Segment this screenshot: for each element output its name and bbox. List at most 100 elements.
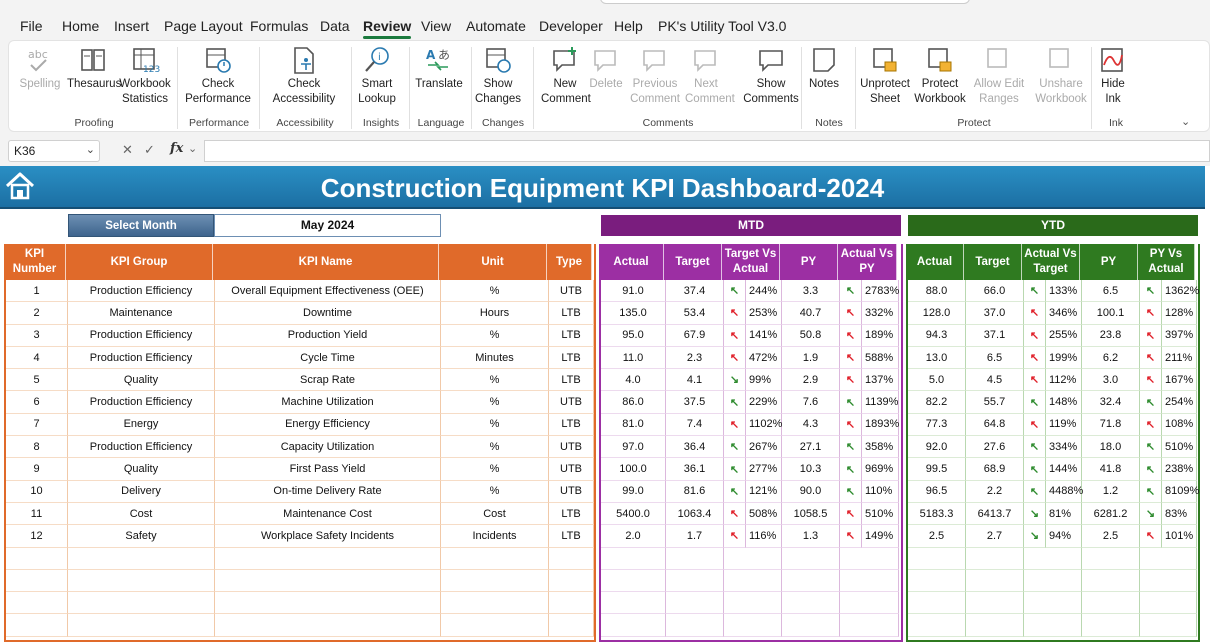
- ytd-actual-cell[interactable]: 88.0: [908, 280, 966, 303]
- mtd-actual-vs-py-cell[interactable]: 1139%: [862, 391, 899, 414]
- ytd-py-vs-actual-cell[interactable]: 238%: [1162, 458, 1197, 481]
- ytd-actual-vs-target-cell[interactable]: 133%: [1046, 280, 1082, 303]
- mtd-target-vs-actual-cell[interactable]: 229%: [746, 391, 782, 414]
- kpi-name-cell[interactable]: Maintenance Cost: [215, 502, 441, 526]
- kpi-number-cell[interactable]: 6: [6, 391, 68, 414]
- mtd-target-vs-actual-cell[interactable]: 267%: [746, 436, 782, 459]
- new-comment-button[interactable]: New Comment: [541, 45, 591, 107]
- kpi-number-cell[interactable]: 4: [6, 346, 68, 370]
- tab-automate[interactable]: Automate: [466, 18, 526, 34]
- empty-cell[interactable]: [724, 547, 782, 570]
- mtd-target-cell[interactable]: 53.4: [666, 302, 724, 325]
- mtd-actual-cell[interactable]: 81.0: [601, 413, 666, 437]
- empty-cell[interactable]: [68, 614, 215, 637]
- ytd-actual-vs-target-cell[interactable]: 119%: [1046, 413, 1082, 437]
- empty-cell[interactable]: [1082, 592, 1140, 615]
- mtd-target-cell[interactable]: 4.1: [666, 369, 724, 392]
- empty-cell[interactable]: [601, 592, 666, 615]
- empty-cell[interactable]: [1024, 592, 1082, 615]
- empty-cell[interactable]: [549, 569, 594, 593]
- mtd-py-cell[interactable]: 50.8: [782, 324, 840, 347]
- mtd-target-cell[interactable]: 1.7: [666, 525, 724, 548]
- ytd-actual-vs-target-cell[interactable]: 81%: [1046, 502, 1082, 526]
- mtd-actual-cell[interactable]: 100.0: [601, 458, 666, 481]
- type-cell[interactable]: LTB: [549, 302, 594, 325]
- ytd-target-cell[interactable]: 4.5: [966, 369, 1024, 392]
- mtd-actual-cell[interactable]: 99.0: [601, 480, 666, 503]
- mtd-actual-cell[interactable]: 86.0: [601, 391, 666, 414]
- ytd-actual-vs-target-cell[interactable]: 199%: [1046, 346, 1082, 370]
- empty-cell[interactable]: [215, 547, 441, 570]
- empty-cell[interactable]: [666, 547, 724, 570]
- ytd-actual-cell[interactable]: 5.0: [908, 369, 966, 392]
- ytd-target-cell[interactable]: 66.0: [966, 280, 1024, 303]
- spelling-button[interactable]: abc Spelling: [19, 45, 61, 92]
- select-month-dropdown[interactable]: May 2024: [214, 214, 441, 237]
- empty-cell[interactable]: [441, 547, 549, 570]
- kpi-group-cell[interactable]: Safety: [68, 525, 215, 548]
- mtd-target-cell[interactable]: 36.1: [666, 458, 724, 481]
- ytd-actual-cell[interactable]: 82.2: [908, 391, 966, 414]
- allow-edit-ranges-button[interactable]: Allow Edit Ranges: [971, 45, 1027, 107]
- mtd-actual-vs-py-cell[interactable]: 969%: [862, 458, 899, 481]
- ytd-target-cell[interactable]: 68.9: [966, 458, 1024, 481]
- unit-cell[interactable]: Minutes: [441, 346, 549, 370]
- ytd-py-vs-actual-cell[interactable]: 167%: [1162, 369, 1197, 392]
- mtd-py-cell[interactable]: 10.3: [782, 458, 840, 481]
- notes-button[interactable]: Notes: [807, 45, 841, 92]
- ytd-py-vs-actual-cell[interactable]: 128%: [1162, 302, 1197, 325]
- mtd-target-vs-actual-cell[interactable]: 508%: [746, 502, 782, 526]
- check-performance-button[interactable]: Check Performance: [185, 45, 251, 107]
- ytd-actual-cell[interactable]: 13.0: [908, 346, 966, 370]
- kpi-number-cell[interactable]: 3: [6, 324, 68, 347]
- tab-view[interactable]: View: [421, 18, 451, 34]
- empty-cell[interactable]: [908, 614, 966, 637]
- kpi-group-cell[interactable]: Production Efficiency: [68, 324, 215, 347]
- unit-cell[interactable]: Hours: [441, 302, 549, 325]
- empty-cell[interactable]: [601, 569, 666, 593]
- ytd-py-vs-actual-cell[interactable]: 8109%: [1162, 480, 1199, 503]
- empty-cell[interactable]: [1082, 569, 1140, 593]
- ytd-actual-cell[interactable]: 5183.3: [908, 502, 966, 526]
- empty-cell[interactable]: [68, 547, 215, 570]
- ytd-py-cell[interactable]: 23.8: [1082, 324, 1140, 347]
- previous-comment-button[interactable]: Previous Comment: [629, 45, 681, 107]
- empty-cell[interactable]: [6, 569, 68, 593]
- ytd-actual-cell[interactable]: 77.3: [908, 413, 966, 437]
- empty-cell[interactable]: [782, 569, 840, 593]
- mtd-target-cell[interactable]: 81.6: [666, 480, 724, 503]
- kpi-group-cell[interactable]: Energy: [68, 413, 215, 437]
- show-comments-button[interactable]: Show Comments: [743, 45, 799, 107]
- tab-review[interactable]: Review: [363, 18, 412, 39]
- empty-cell[interactable]: [1140, 547, 1197, 570]
- mtd-py-cell[interactable]: 40.7: [782, 302, 840, 325]
- type-cell[interactable]: UTB: [549, 480, 594, 503]
- mtd-target-cell[interactable]: 36.4: [666, 436, 724, 459]
- kpi-group-cell[interactable]: Production Efficiency: [68, 391, 215, 414]
- ytd-py-cell[interactable]: 100.1: [1082, 302, 1140, 325]
- kpi-name-cell[interactable]: Energy Efficiency: [215, 413, 441, 437]
- mtd-target-vs-actual-cell[interactable]: 1102%: [746, 413, 782, 437]
- translate-button[interactable]: A あ Translate: [413, 45, 465, 92]
- mtd-target-vs-actual-cell[interactable]: 141%: [746, 324, 782, 347]
- ytd-py-vs-actual-cell[interactable]: 254%: [1162, 391, 1197, 414]
- ytd-py-vs-actual-cell[interactable]: 397%: [1162, 324, 1197, 347]
- unit-cell[interactable]: Cost: [441, 502, 549, 526]
- ytd-target-cell[interactable]: 37.1: [966, 324, 1024, 347]
- empty-cell[interactable]: [215, 569, 441, 593]
- tab-data[interactable]: Data: [320, 18, 350, 34]
- kpi-name-cell[interactable]: First Pass Yield: [215, 458, 441, 481]
- empty-cell[interactable]: [666, 592, 724, 615]
- smart-lookup-button[interactable]: i Smart Lookup: [357, 45, 397, 107]
- chevron-down-icon[interactable]: ⌄: [86, 143, 95, 156]
- unit-cell[interactable]: %: [441, 480, 549, 503]
- kpi-name-cell[interactable]: Capacity Utilization: [215, 436, 441, 459]
- ytd-py-cell[interactable]: 41.8: [1082, 458, 1140, 481]
- enter-icon[interactable]: ✓: [144, 142, 155, 158]
- type-cell[interactable]: UTB: [549, 280, 594, 303]
- ytd-actual-cell[interactable]: 128.0: [908, 302, 966, 325]
- kpi-name-cell[interactable]: Scrap Rate: [215, 369, 441, 392]
- delete-button[interactable]: Delete: [589, 45, 623, 92]
- empty-cell[interactable]: [1082, 614, 1140, 637]
- kpi-group-cell[interactable]: Production Efficiency: [68, 280, 215, 303]
